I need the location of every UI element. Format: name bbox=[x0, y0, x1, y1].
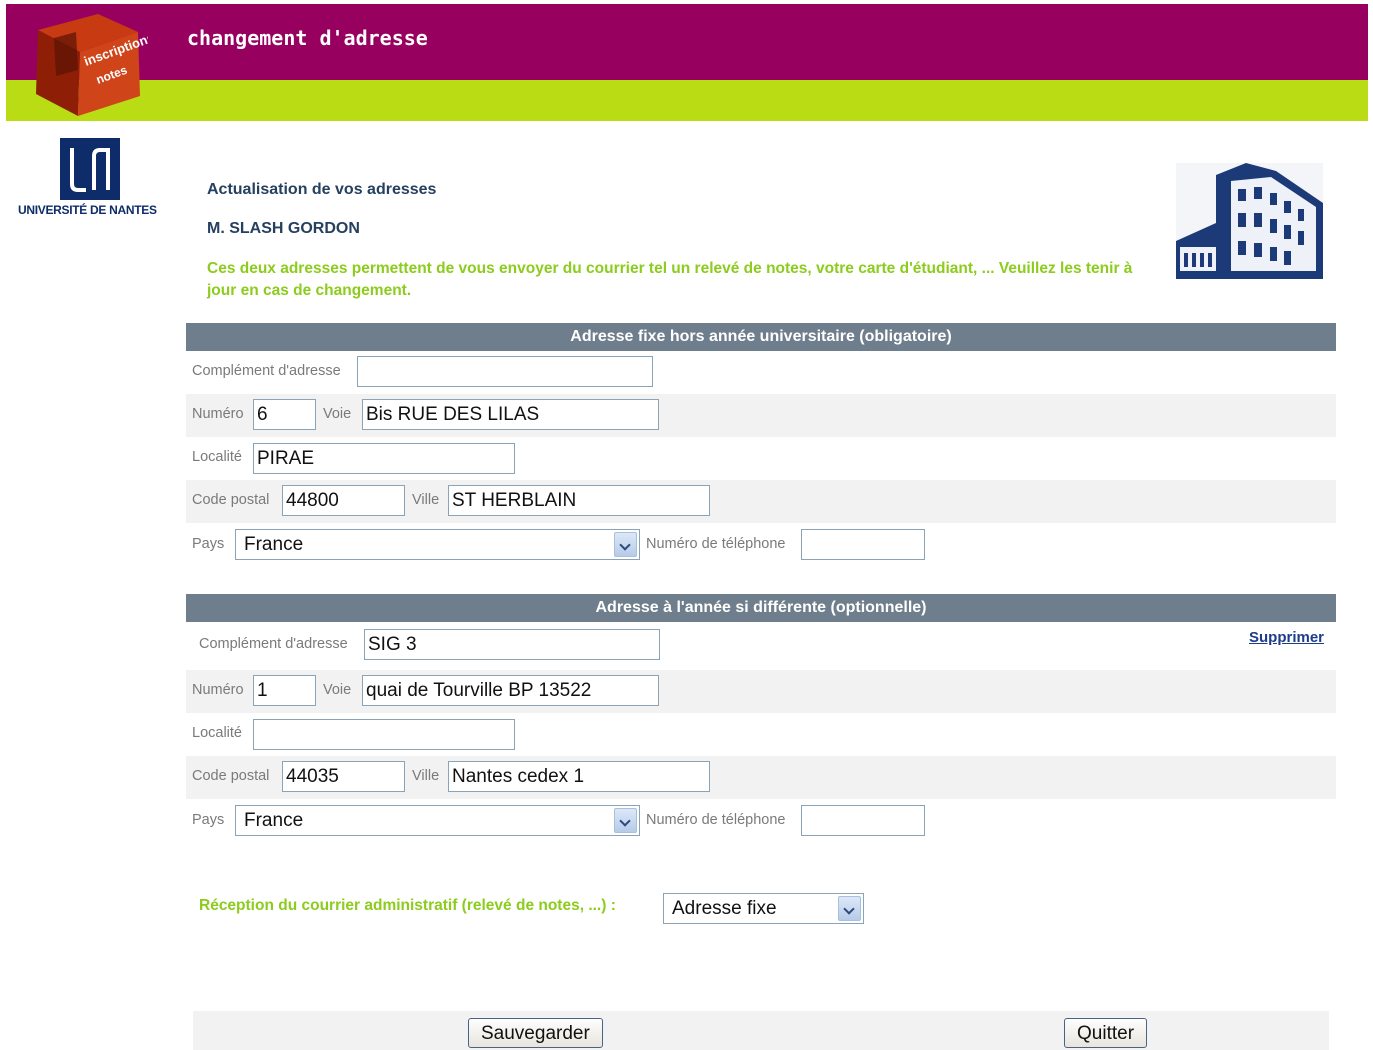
fixed-voie-input[interactable]: Bis RUE DES LILAS bbox=[362, 399, 659, 430]
code-postal-label: Code postal bbox=[192, 768, 270, 784]
numero-label: Numéro bbox=[192, 682, 244, 698]
mail-reception-value: Adresse fixe bbox=[672, 898, 777, 919]
pays-label: Pays bbox=[192, 812, 225, 828]
quit-button[interactable]: Quitter bbox=[1064, 1018, 1148, 1048]
localite-label: Localité bbox=[192, 725, 242, 741]
complement-label: Complément d'adresse bbox=[192, 363, 341, 379]
mail-reception-label: Réception du courrier administratif (rel… bbox=[199, 897, 616, 914]
complement-label: Complément d'adresse bbox=[199, 636, 348, 652]
numero-label: Numéro bbox=[192, 406, 244, 422]
year-code-postal-input[interactable]: 44035 bbox=[282, 761, 405, 792]
header-accent-bar bbox=[6, 80, 1368, 121]
voie-label: Voie bbox=[323, 682, 352, 698]
fixed-address-heading: Adresse fixe hors année universitaire (o… bbox=[186, 323, 1336, 351]
fixed-localite-input[interactable]: PIRAE bbox=[253, 443, 515, 474]
save-button[interactable]: Sauvegarder bbox=[468, 1018, 603, 1048]
telephone-label: Numéro de téléphone bbox=[646, 812, 786, 828]
fixed-ville-input[interactable]: ST HERBLAIN bbox=[448, 485, 710, 516]
year-complement-input[interactable]: SIG 3 bbox=[364, 629, 660, 660]
chevron-down-icon[interactable] bbox=[614, 808, 637, 833]
year-pays-value: France bbox=[244, 810, 304, 831]
student-name: M. SLASH GORDON bbox=[207, 220, 360, 237]
fixed-telephone-input[interactable] bbox=[801, 529, 925, 560]
mail-reception-select[interactable]: Adresse fixe bbox=[663, 893, 864, 924]
footer-bar bbox=[193, 1011, 1329, 1050]
chevron-down-icon[interactable] bbox=[614, 532, 637, 557]
row-band bbox=[186, 670, 1336, 713]
year-voie-input[interactable]: quai de Tourville BP 13522 bbox=[362, 675, 659, 706]
voie-label: Voie bbox=[323, 406, 352, 422]
fixed-pays-select[interactable]: France bbox=[235, 529, 640, 560]
telephone-label: Numéro de téléphone bbox=[646, 536, 786, 552]
fixed-numero-input[interactable]: 6 bbox=[253, 399, 316, 430]
year-ville-input[interactable]: Nantes cedex 1 bbox=[448, 761, 710, 792]
year-localite-input[interactable] bbox=[253, 719, 515, 750]
intro-title: Actualisation de vos adresses bbox=[207, 181, 437, 198]
year-numero-input[interactable]: 1 bbox=[253, 675, 316, 706]
university-logo-mark bbox=[60, 138, 120, 200]
pays-label: Pays bbox=[192, 536, 225, 552]
ville-label: Ville bbox=[412, 768, 440, 784]
code-postal-label: Code postal bbox=[192, 492, 270, 508]
year-pays-select[interactable]: France bbox=[235, 805, 640, 836]
localite-label: Localité bbox=[192, 449, 242, 465]
fixed-pays-value: France bbox=[244, 534, 304, 555]
fixed-code-postal-input[interactable]: 44800 bbox=[282, 485, 405, 516]
fixed-complement-input[interactable] bbox=[357, 356, 653, 387]
inscriptions-notes-logo: inscriptions notes bbox=[28, 10, 156, 120]
university-name: UNIVERSITÉ DE NANTES bbox=[18, 203, 157, 217]
building-illustration bbox=[1176, 163, 1323, 279]
year-address-heading: Adresse à l'année si différente (optionn… bbox=[186, 594, 1336, 622]
ville-label: Ville bbox=[412, 492, 440, 508]
intro-description: Ces deux adresses permettent de vous env… bbox=[207, 260, 1133, 299]
page-title: changement d'adresse bbox=[187, 26, 428, 50]
row-band bbox=[186, 394, 1336, 437]
delete-address-link[interactable]: Supprimer bbox=[1249, 629, 1324, 646]
year-telephone-input[interactable] bbox=[801, 805, 925, 836]
chevron-down-icon[interactable] bbox=[838, 896, 861, 921]
